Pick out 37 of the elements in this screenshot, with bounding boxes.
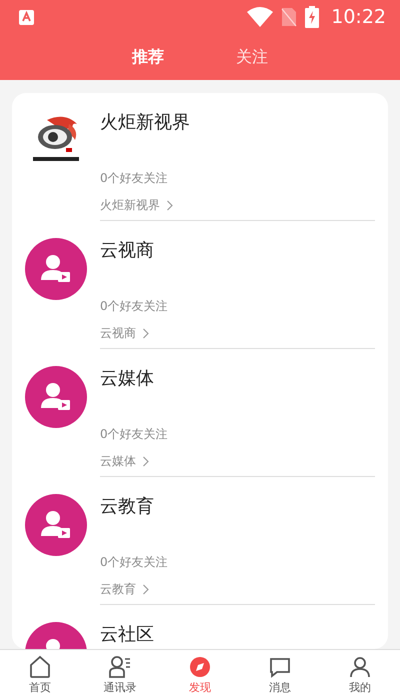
channel-title: 云教育 (100, 495, 155, 518)
bottom-nav-tab[interactable]: 首页 (0, 650, 80, 700)
app-notification-icon (18, 8, 35, 26)
bottom-nav-tab[interactable]: 通讯录 (80, 650, 160, 700)
channel-avatar (25, 494, 87, 556)
friends-following-count: 0个好友关注 (100, 170, 169, 187)
chevron-right-icon (142, 456, 150, 467)
bottom-nav-tab[interactable]: 发现 (160, 650, 240, 700)
channel-link[interactable]: 火炬新视界 (100, 197, 174, 214)
bottom-nav-tab[interactable]: 消息 (240, 650, 320, 700)
channel-title: 云视商 (100, 239, 155, 262)
status-time: 10:22 (331, 6, 386, 28)
contacts-icon (108, 655, 132, 679)
channel-link[interactable]: 云教育 (100, 581, 150, 598)
person-icon (348, 655, 372, 679)
chevron-right-icon (166, 200, 174, 211)
channel-link[interactable]: 云视商 (100, 325, 150, 342)
channel-avatar (25, 238, 87, 300)
no-sim-icon (281, 7, 298, 27)
friends-following-count: 0个好友关注 (100, 554, 169, 571)
wifi-icon (247, 7, 274, 27)
chat-bubble-icon (268, 655, 292, 679)
channel-title: 云社区 (100, 623, 155, 646)
feed-tab[interactable]: 推荐 (124, 34, 172, 80)
battery-charging-icon (305, 6, 320, 28)
chevron-right-icon (142, 328, 150, 339)
bottom-nav-tab[interactable]: 我的 (320, 650, 400, 700)
channel-link[interactable]: 云媒体 (100, 453, 150, 470)
friends-following-count: 0个好友关注 (100, 298, 169, 315)
chevron-right-icon (142, 584, 150, 595)
home-icon (28, 655, 52, 679)
compass-icon (188, 655, 212, 679)
channel-avatar (25, 366, 87, 428)
friends-following-count: 0个好友关注 (100, 426, 169, 443)
feed-tab[interactable]: 关注 (228, 34, 276, 80)
channel-title: 火炬新视界 (100, 111, 191, 134)
channel-title: 云媒体 (100, 367, 155, 390)
